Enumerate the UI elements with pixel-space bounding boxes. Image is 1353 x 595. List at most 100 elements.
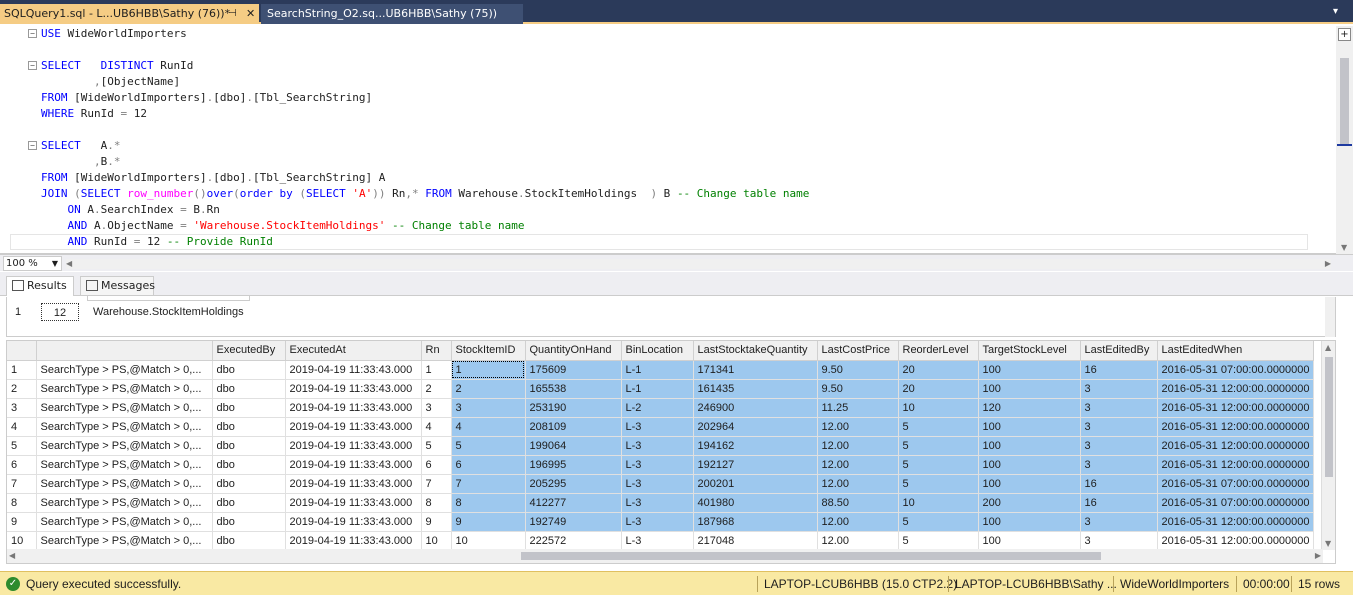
- table-row[interactable]: 6 SearchType > PS,@Match > 0,... dbo 2019-0…: [7, 455, 1314, 475]
- table-cell[interactable]: dbo: [212, 417, 286, 437]
- table-cell[interactable]: 205295: [525, 474, 622, 494]
- object-name-cell[interactable]: Warehouse.StockItemHoldings: [93, 303, 244, 321]
- table-cell[interactable]: 5: [898, 455, 979, 475]
- table-row[interactable]: 7 SearchType > PS,@Match > 0,... dbo 2019-0…: [7, 474, 1314, 494]
- table-cell[interactable]: 194162: [693, 436, 818, 456]
- table-row[interactable]: 10 SearchType > PS,@Match > 0,... dbo 2019-…: [7, 531, 1314, 551]
- code-line[interactable]: ON A.SearchIndex = B.Rn: [28, 202, 1328, 218]
- table-cell[interactable]: 246900: [693, 398, 818, 418]
- scroll-down-icon[interactable]: ▼: [1325, 539, 1331, 548]
- grid1-vertical-scrollbar[interactable]: [1325, 297, 1335, 337]
- table-cell[interactable]: 2019-04-19 11:33:43.000: [285, 455, 422, 475]
- result-grid-2[interactable]: ExecutedBy ExecutedAt Rn StockItemID Quantit…: [6, 340, 1336, 564]
- table-cell[interactable]: 5: [898, 474, 979, 494]
- table-cell[interactable]: 171341: [693, 360, 818, 380]
- table-cell[interactable]: 2: [421, 379, 452, 399]
- table-cell[interactable]: 10: [898, 493, 979, 513]
- table-cell[interactable]: SearchType > PS,@Match > 0,...: [36, 474, 213, 494]
- row-number[interactable]: 8: [7, 493, 37, 513]
- table-row[interactable]: 3 SearchType > PS,@Match > 0,... dbo 2019-0…: [7, 398, 1314, 418]
- table-cell[interactable]: 88.50: [817, 493, 899, 513]
- scroll-left-icon[interactable]: ◀: [9, 551, 15, 560]
- table-cell[interactable]: dbo: [212, 398, 286, 418]
- table-cell[interactable]: 2019-04-19 11:33:43.000: [285, 474, 422, 494]
- table-cell[interactable]: 196995: [525, 455, 622, 475]
- table-cell[interactable]: 100: [978, 360, 1081, 380]
- table-cell[interactable]: dbo: [212, 455, 286, 475]
- table-cell[interactable]: 5: [898, 436, 979, 456]
- table-cell[interactable]: 12.00: [817, 436, 899, 456]
- table-cell[interactable]: 3: [1080, 455, 1158, 475]
- table-cell[interactable]: 2019-04-19 11:33:43.000: [285, 360, 422, 380]
- table-cell[interactable]: 9.50: [817, 379, 899, 399]
- table-row[interactable]: 8 SearchType > PS,@Match > 0,... dbo 2019-0…: [7, 493, 1314, 513]
- table-cell[interactable]: 5: [898, 531, 979, 551]
- table-cell[interactable]: 12.00: [817, 512, 899, 532]
- row-number[interactable]: 6: [7, 455, 37, 475]
- table-cell[interactable]: 100: [978, 379, 1081, 399]
- table-cell[interactable]: 5: [421, 436, 452, 456]
- table-cell[interactable]: 10: [451, 531, 526, 551]
- table-cell[interactable]: 20: [898, 379, 979, 399]
- table-cell[interactable]: 6: [451, 455, 526, 475]
- table-cell[interactable]: 2016-05-31 12:00:00.0000000: [1157, 417, 1314, 437]
- tab-searchstring[interactable]: SearchString_O2.sq...UB6HBB\Sathy (75)): [261, 4, 523, 24]
- scroll-left-icon[interactable]: ◀: [66, 259, 72, 268]
- row-number[interactable]: 7: [7, 474, 37, 494]
- table-cell[interactable]: 199064: [525, 436, 622, 456]
- table-cell[interactable]: 200: [978, 493, 1081, 513]
- table-cell[interactable]: L-3: [621, 455, 694, 475]
- scroll-thumb[interactable]: [1340, 58, 1349, 146]
- table-cell[interactable]: 1: [421, 360, 452, 380]
- table-cell[interactable]: 4: [421, 417, 452, 437]
- column-header[interactable]: QuantityOnHand: [525, 341, 622, 361]
- table-cell[interactable]: 2019-04-19 11:33:43.000: [285, 493, 422, 513]
- tab-results[interactable]: Results: [6, 276, 74, 296]
- tab-dropdown-icon[interactable]: ▾: [1333, 6, 1345, 18]
- code-line[interactable]: − USE WideWorldImporters: [28, 26, 1328, 42]
- table-cell[interactable]: dbo: [212, 436, 286, 456]
- fold-toggle-icon[interactable]: −: [28, 141, 37, 150]
- table-cell[interactable]: 2016-05-31 07:00:00.0000000: [1157, 360, 1314, 380]
- table-cell[interactable]: 2019-04-19 11:33:43.000: [285, 436, 422, 456]
- scroll-down-icon[interactable]: ▼: [1341, 243, 1347, 252]
- table-cell[interactable]: 1: [451, 360, 526, 380]
- table-cell[interactable]: 100: [978, 474, 1081, 494]
- code-line[interactable]: JOIN (SELECT row_number()over(order by (…: [28, 186, 1328, 202]
- table-cell[interactable]: 9.50: [817, 360, 899, 380]
- run-id-cell[interactable]: 12: [41, 303, 79, 321]
- table-cell[interactable]: dbo: [212, 379, 286, 399]
- table-cell[interactable]: 5: [898, 417, 979, 437]
- table-cell[interactable]: 12.00: [817, 531, 899, 551]
- table-cell[interactable]: 9: [421, 512, 452, 532]
- table-cell[interactable]: 8: [451, 493, 526, 513]
- tab-sqlquery1[interactable]: SQLQuery1.sql - L...UB6HBB\Sathy (76))* …: [0, 4, 259, 24]
- tab-messages[interactable]: Messages: [80, 276, 155, 296]
- table-cell[interactable]: 3: [1080, 436, 1158, 456]
- table-row[interactable]: 2 SearchType > PS,@Match > 0,... dbo 2019-0…: [7, 379, 1314, 399]
- table-cell[interactable]: 200201: [693, 474, 818, 494]
- table-cell[interactable]: 187968: [693, 512, 818, 532]
- zoom-select[interactable]: 100 % ▼: [3, 256, 62, 271]
- table-cell[interactable]: 412277: [525, 493, 622, 513]
- table-cell[interactable]: 100: [978, 455, 1081, 475]
- code-line[interactable]: WHERE RunId = 12: [28, 106, 1328, 122]
- table-cell[interactable]: 208109: [525, 417, 622, 437]
- table-cell[interactable]: L-3: [621, 512, 694, 532]
- table-cell[interactable]: 2019-04-19 11:33:43.000: [285, 512, 422, 532]
- table-cell[interactable]: 100: [978, 531, 1081, 551]
- column-header[interactable]: Rn: [421, 341, 452, 361]
- grid2-horizontal-scrollbar[interactable]: ◀ ▶: [7, 549, 1323, 563]
- column-header[interactable]: ExecutedBy: [212, 341, 286, 361]
- query-editor[interactable]: − USE WideWorldImporters − SELECT DISTINCT …: [0, 26, 1353, 254]
- column-header[interactable]: BinLocation: [621, 341, 694, 361]
- table-cell[interactable]: 401980: [693, 493, 818, 513]
- table-cell[interactable]: 2016-05-31 12:00:00.0000000: [1157, 531, 1314, 551]
- table-cell[interactable]: L-3: [621, 531, 694, 551]
- table-cell[interactable]: dbo: [212, 493, 286, 513]
- table-cell[interactable]: 16: [1080, 493, 1158, 513]
- table-cell[interactable]: 100: [978, 417, 1081, 437]
- sql-code[interactable]: − USE WideWorldImporters − SELECT DISTINCT …: [28, 26, 1338, 254]
- table-cell[interactable]: 192749: [525, 512, 622, 532]
- table-cell[interactable]: 2016-05-31 12:00:00.0000000: [1157, 398, 1314, 418]
